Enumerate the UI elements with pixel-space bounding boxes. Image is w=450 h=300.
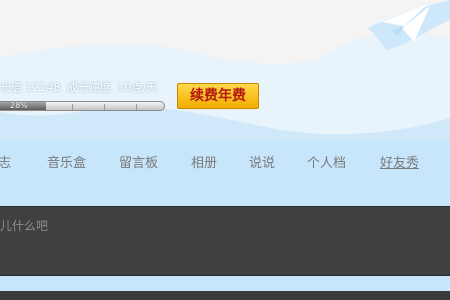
qzone-header: 长值 12148 成长速度 10点/天 28% 续费年费 志 音乐盒 留言板 相… [0, 0, 450, 300]
progress-percent-label: 28% [10, 101, 28, 110]
growth-value: 长值 12148 [0, 81, 61, 94]
growth-info: 长值 12148 成长速度 10点/天 [0, 79, 200, 97]
status-composer [0, 206, 450, 276]
progress-tick [104, 104, 105, 110]
status-input[interactable] [0, 215, 440, 237]
nav-item-profile[interactable]: 个人档 [307, 152, 346, 176]
nav-item-album[interactable]: 相册 [191, 152, 217, 176]
nav-item-message-board[interactable]: 留言板 [119, 152, 158, 176]
nav-item-friends-show[interactable]: 好友秀 [380, 152, 419, 176]
progress-tick [72, 104, 73, 110]
divider-band [0, 277, 450, 291]
bottom-bar [0, 291, 450, 300]
paper-plane-icon [368, 0, 450, 50]
growth-speed-label: 成长速度 [67, 81, 111, 94]
nav-item-shuoshuo[interactable]: 说说 [249, 152, 275, 176]
growth-rate: 10点/天 [117, 81, 158, 94]
renew-annual-fee-button[interactable]: 续费年费 [177, 83, 259, 109]
nav-item-blog[interactable]: 志 [0, 152, 11, 176]
progress-tick [136, 104, 137, 110]
nav-item-music-box[interactable]: 音乐盒 [47, 152, 86, 176]
main-nav: 志 音乐盒 留言板 相册 说说 个人档 好友秀 [0, 152, 450, 176]
